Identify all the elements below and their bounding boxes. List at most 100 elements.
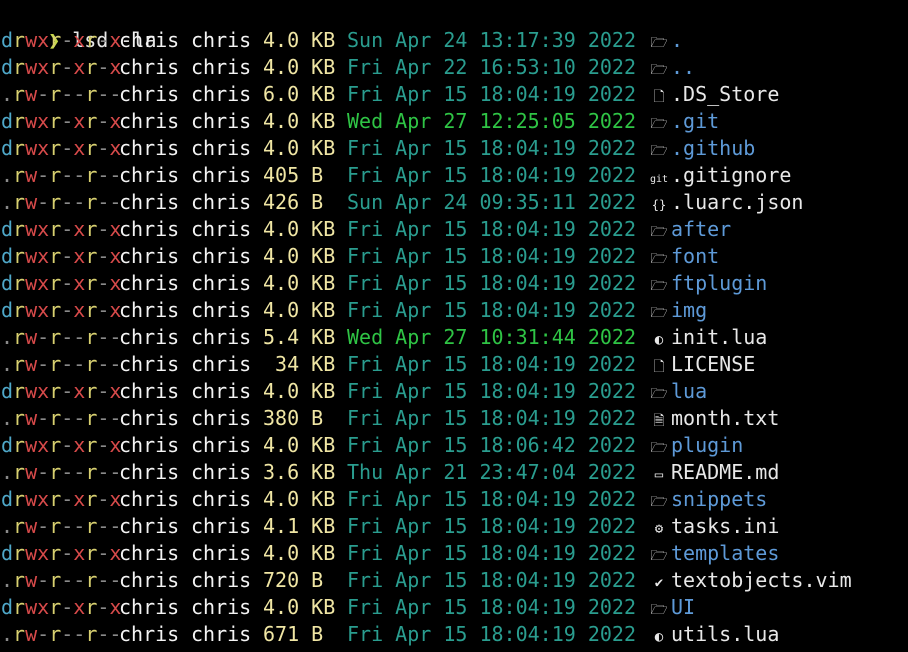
directory-name[interactable]: templates xyxy=(671,540,779,567)
owner-group: chris xyxy=(191,514,252,538)
list-item: drwxr-xr-xchris chris 4.0 KB Fri Apr 15 18:… xyxy=(0,486,908,513)
file-name[interactable]: .gitignore xyxy=(671,162,791,189)
permissions: drwxr-xr-x xyxy=(1,244,122,268)
owner-group: chris xyxy=(191,244,252,268)
modified-date: Fri Apr 15 18:04:19 2022 xyxy=(347,136,636,160)
permissions: drwxr-xr-x xyxy=(1,217,122,241)
file-name[interactable]: README.md xyxy=(671,459,779,486)
list-item: drwxr-xr-xchris chris 4.0 KB Fri Apr 15 18:… xyxy=(0,270,908,297)
file-size: 426 B xyxy=(263,190,324,214)
directory-name[interactable]: font xyxy=(671,243,719,270)
owner-group: chris xyxy=(191,82,252,106)
file-name[interactable]: .luarc.json xyxy=(671,189,803,216)
terminal-window[interactable]: ❯ lsd -la drwxr-xr-xchris chris 4.0 KB Sun A… xyxy=(0,0,908,652)
file-size: 4.1 KB xyxy=(263,514,336,538)
permissions: drwxr-xr-x xyxy=(1,109,122,133)
directory-name[interactable]: .. xyxy=(671,54,695,81)
owner-user: chris xyxy=(119,55,180,79)
directory-name[interactable]: .github xyxy=(671,135,755,162)
directory-name[interactable]: snippets xyxy=(671,486,767,513)
directory-name[interactable]: img xyxy=(671,297,707,324)
permissions: .rw-r--r-- xyxy=(1,190,122,214)
folder-icon: 🗁 xyxy=(650,251,668,267)
gear-icon: ⚙ xyxy=(654,521,664,537)
file-size: 405 B xyxy=(263,163,324,187)
file-size: 4.0 KB xyxy=(263,244,336,268)
modified-date: Fri Apr 15 18:04:19 2022 xyxy=(347,622,636,646)
file-name[interactable]: tasks.ini xyxy=(671,513,779,540)
list-item: .rw-r--r--chris chris 3.6 KB Thu Apr 21 23:… xyxy=(0,459,908,486)
modified-date: Fri Apr 15 18:04:19 2022 xyxy=(347,514,636,538)
owner-user: chris xyxy=(119,595,180,619)
owner-user: chris xyxy=(119,82,180,106)
file-size: 4.0 KB xyxy=(263,136,336,160)
list-item: drwxr-xr-xchris chris 4.0 KB Fri Apr 15 18:… xyxy=(0,297,908,324)
directory-name[interactable]: .git xyxy=(671,108,719,135)
list-item: .rw-r--r--chris chris 34 KB Fri Apr 15 18:… xyxy=(0,351,908,378)
file-size: 4.0 KB xyxy=(263,298,336,322)
permissions: .rw-r--r-- xyxy=(1,514,122,538)
directory-name[interactable]: ftplugin xyxy=(671,270,767,297)
file-icon: 🗋 xyxy=(653,89,665,105)
permissions: .rw-r--r-- xyxy=(1,460,122,484)
modified-date: Fri Apr 15 18:04:19 2022 xyxy=(347,487,636,511)
list-item: drwxr-xr-xchris chris 4.0 KB Fri Apr 15 18:… xyxy=(0,243,908,270)
owner-group: chris xyxy=(191,622,252,646)
owner-user: chris xyxy=(119,433,180,457)
directory-name[interactable]: lua xyxy=(671,378,707,405)
list-item: .rw-r--r--chris chris 4.1 KB Fri Apr 15 18:… xyxy=(0,513,908,540)
list-item: drwxr-xr-xchris chris 4.0 KB Fri Apr 15 18:… xyxy=(0,378,908,405)
owner-user: chris xyxy=(119,109,180,133)
permissions: drwxr-xr-x xyxy=(1,298,122,322)
list-item: .rw-r--r--chris chris 380 B Fri Apr 15 18:0… xyxy=(0,405,908,432)
owner-group: chris xyxy=(191,298,252,322)
permissions: drwxr-xr-x xyxy=(1,595,122,619)
file-name[interactable]: textobjects.vim xyxy=(671,567,852,594)
folder-icon: 🗁 xyxy=(650,143,668,159)
owner-user: chris xyxy=(119,487,180,511)
permissions: drwxr-xr-x xyxy=(1,379,122,403)
folder-icon: 🗁 xyxy=(650,278,668,294)
owner-group: chris xyxy=(191,352,252,376)
owner-group: chris xyxy=(191,541,252,565)
file-name[interactable]: utils.lua xyxy=(671,621,779,648)
list-item: drwxr-xr-xchris chris 4.0 KB Sun Apr 24 13:… xyxy=(0,27,908,54)
modified-date: Fri Apr 15 18:04:19 2022 xyxy=(347,595,636,619)
permissions: drwxr-xr-x xyxy=(1,487,122,511)
directory-name[interactable]: plugin xyxy=(671,432,743,459)
owner-user: chris xyxy=(119,406,180,430)
modified-date: Fri Apr 15 18:04:19 2022 xyxy=(347,568,636,592)
owner-user: chris xyxy=(119,190,180,214)
list-item: .rw-r--r--chris chris 671 B Fri Apr 15 18:0… xyxy=(0,621,908,648)
owner-group: chris xyxy=(191,487,252,511)
permissions: .rw-r--r-- xyxy=(1,622,122,646)
file-size: 5.4 KB xyxy=(263,325,336,349)
text-file-icon: 🗎 xyxy=(653,413,665,429)
owner-group: chris xyxy=(191,55,252,79)
directory-name[interactable]: after xyxy=(671,216,731,243)
permissions: .rw-r--r-- xyxy=(1,352,122,376)
modified-date: Fri Apr 15 18:04:19 2022 xyxy=(347,271,636,295)
modified-date: Fri Apr 15 18:04:19 2022 xyxy=(347,244,636,268)
folder-icon: 🗁 xyxy=(650,35,668,51)
folder-icon: 🗁 xyxy=(650,305,668,321)
permissions: .rw-r--r-- xyxy=(1,406,122,430)
modified-date: Sun Apr 24 09:35:11 2022 xyxy=(347,190,636,214)
file-size: 4.0 KB xyxy=(263,487,336,511)
file-name[interactable]: LICENSE xyxy=(671,351,755,378)
folder-icon: 🗁 xyxy=(650,548,668,564)
list-item: .rw-r--r--chris chris 426 B Sun Apr 24 09:3… xyxy=(0,189,908,216)
modified-date: Fri Apr 22 16:53:10 2022 xyxy=(347,55,636,79)
file-name[interactable]: month.txt xyxy=(671,405,779,432)
directory-name[interactable]: UI xyxy=(671,594,695,621)
permissions: drwxr-xr-x xyxy=(1,271,122,295)
directory-name[interactable]: . xyxy=(671,27,683,54)
owner-user: chris xyxy=(119,325,180,349)
file-name[interactable]: .DS_Store xyxy=(671,81,779,108)
owner-group: chris xyxy=(191,595,252,619)
modified-date: Sun Apr 24 13:17:39 2022 xyxy=(347,28,636,52)
file-size: 3.6 KB xyxy=(263,460,336,484)
folder-icon: 🗁 xyxy=(650,116,668,132)
file-name[interactable]: init.lua xyxy=(671,324,767,351)
modified-date: Wed Apr 27 12:25:05 2022 xyxy=(347,109,636,133)
